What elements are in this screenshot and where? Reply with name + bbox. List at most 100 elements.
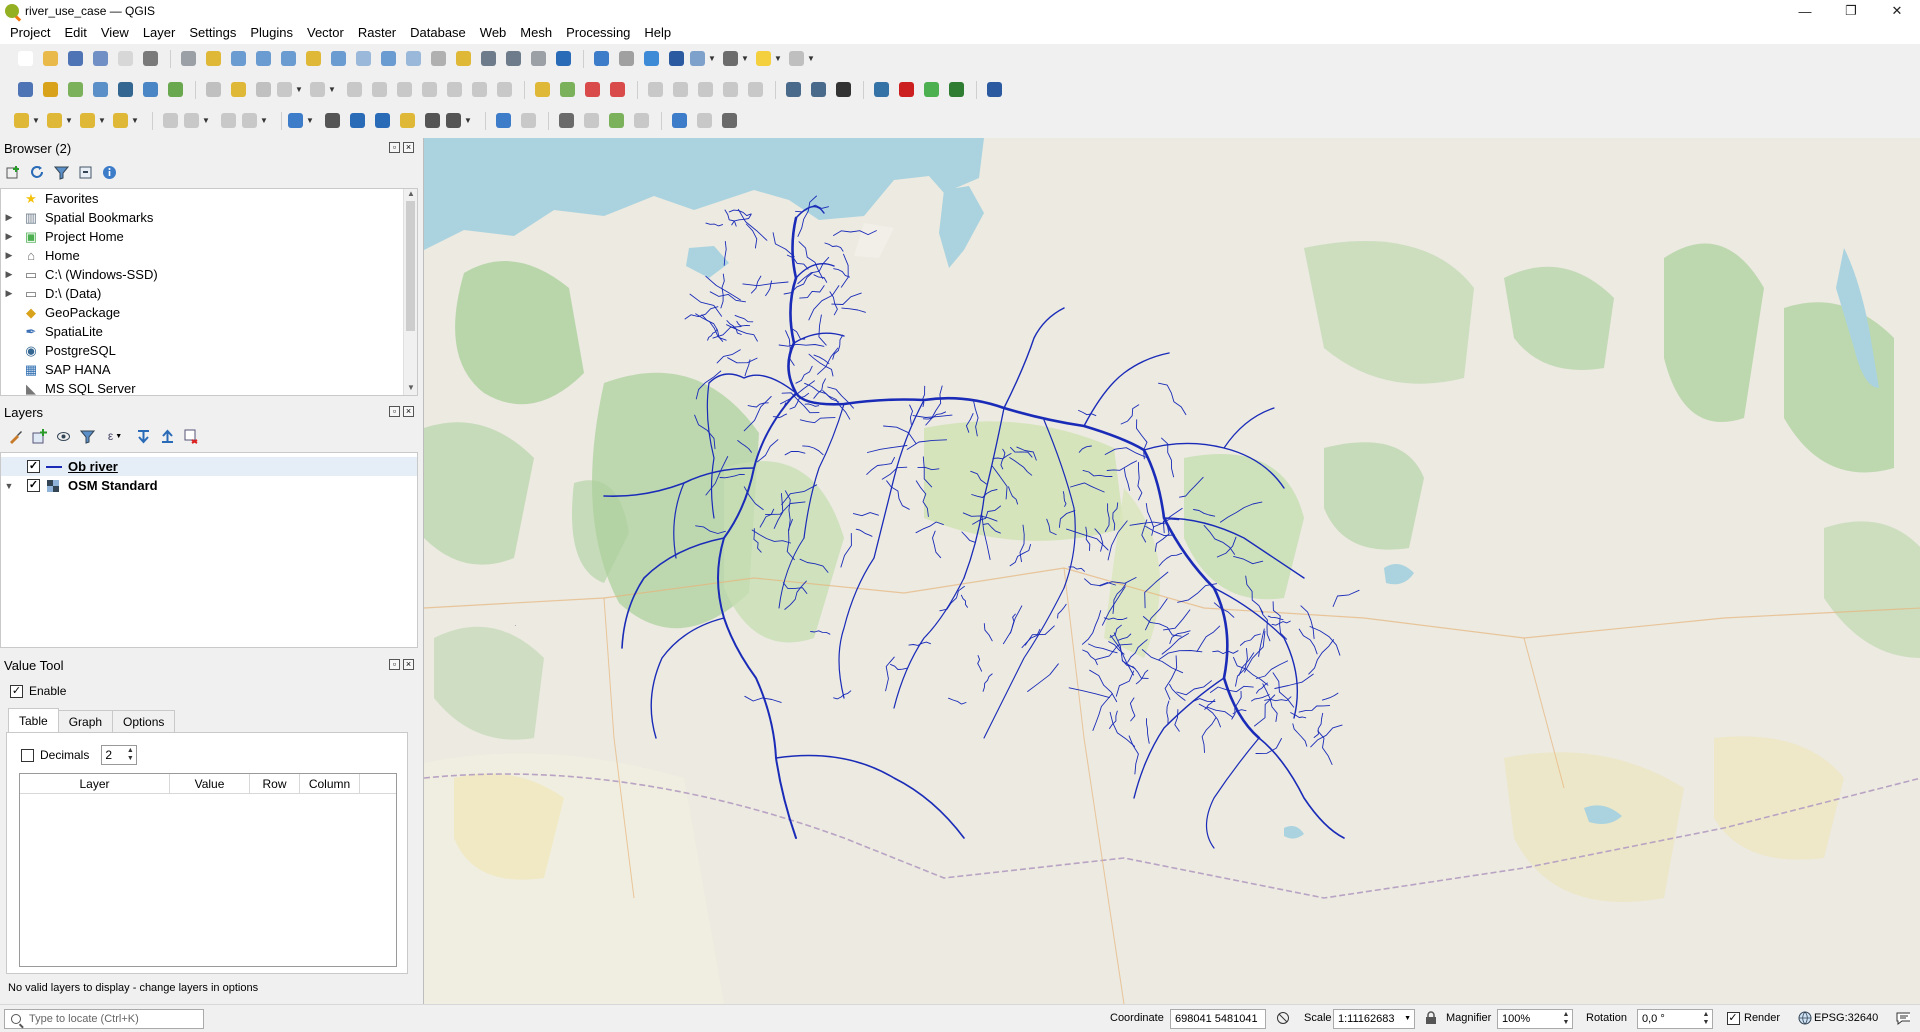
zoom-to-selection-icon[interactable]: [302, 48, 324, 70]
add-selected-layers-icon[interactable]: [4, 163, 22, 181]
minimize-button[interactable]: —: [1782, 0, 1828, 22]
new-map-view-icon[interactable]: [427, 48, 449, 70]
label-tool-icon[interactable]: [531, 79, 553, 101]
messages-icon[interactable]: [1896, 1011, 1910, 1025]
column-header-value[interactable]: Value: [170, 774, 250, 793]
move-label-icon[interactable]: [644, 79, 666, 101]
expand-arrow-icon[interactable]: ▶: [3, 269, 15, 280]
enable-checkbox[interactable]: ✓ Enable: [10, 684, 66, 698]
render-checkbox[interactable]: ✓: [1726, 1011, 1740, 1025]
style-manager-icon[interactable]: [6, 427, 24, 445]
modify-icon[interactable]: [343, 79, 365, 101]
offset-curve-icon[interactable]: [630, 110, 652, 132]
menu-layer[interactable]: Layer: [136, 22, 183, 44]
browser-item[interactable]: ▦ SAP HANA: [1, 360, 417, 379]
add-raster-layer-icon[interactable]: [89, 79, 111, 101]
open-project-icon[interactable]: [39, 48, 61, 70]
select-by-value-icon[interactable]: ▼: [47, 110, 77, 132]
browser-item[interactable]: ▶ ▣ Project Home: [1, 227, 417, 246]
menu-web[interactable]: Web: [473, 22, 514, 44]
diagram-icon[interactable]: [556, 79, 578, 101]
attribute-menu-icon[interactable]: ▼: [242, 110, 272, 132]
pan-icon[interactable]: [177, 48, 199, 70]
vertex-tool-icon[interactable]: ▼: [310, 79, 340, 101]
map-canvas[interactable]: ·: [423, 138, 1920, 1004]
attribute-edit-icon[interactable]: [217, 110, 239, 132]
expand-arrow-icon[interactable]: ▶: [3, 288, 15, 299]
processing-tool-icon[interactable]: [555, 110, 577, 132]
vertex-select-icon[interactable]: [321, 110, 343, 132]
browser-item[interactable]: ▶ ⌂ Home: [1, 246, 417, 265]
save-edits-icon[interactable]: [252, 79, 274, 101]
zoom-next-icon[interactable]: [402, 48, 424, 70]
paste-icon[interactable]: [443, 79, 465, 101]
zoom-out-icon[interactable]: [252, 48, 274, 70]
layer-visibility-checkbox[interactable]: ✓: [27, 479, 40, 492]
edits-icon[interactable]: [202, 79, 224, 101]
close-button[interactable]: ✕: [1874, 0, 1920, 22]
scroll-up-icon[interactable]: ▲: [404, 189, 417, 201]
scale-combobox[interactable]: 1:11162683 ▼: [1333, 1009, 1415, 1029]
magnifier-spinbox[interactable]: 100% ▲ ▼: [1497, 1009, 1573, 1029]
properties-info-icon[interactable]: [100, 163, 118, 181]
menu-processing[interactable]: Processing: [559, 22, 637, 44]
attribute-form-icon[interactable]: ▼: [184, 110, 214, 132]
snapping-toolbar-icon[interactable]: ▼: [288, 110, 318, 132]
info-icon[interactable]: [668, 110, 690, 132]
add-db-layer-icon[interactable]: [114, 79, 136, 101]
remove-layer-icon[interactable]: [182, 427, 200, 445]
split-icon[interactable]: [396, 110, 418, 132]
expand-arrow-icon[interactable]: ▶: [3, 250, 15, 261]
identify-icon[interactable]: [590, 48, 612, 70]
browser-item[interactable]: ★ Favorites: [1, 189, 417, 208]
show-hide-labels-icon[interactable]: [606, 79, 628, 101]
style-manager-icon[interactable]: [139, 48, 161, 70]
close-panel-icon[interactable]: ×: [403, 142, 414, 153]
text-annotation-icon[interactable]: [421, 110, 443, 132]
menu-database[interactable]: Database: [403, 22, 473, 44]
pin-labels-icon[interactable]: [581, 79, 603, 101]
manage-map-themes-icon[interactable]: [54, 427, 72, 445]
decimals-checkbox[interactable]: [21, 748, 34, 762]
browser-item[interactable]: ◉ PostgreSQL: [1, 341, 417, 360]
column-header-layer[interactable]: Layer: [20, 774, 170, 793]
label-props-icon[interactable]: [719, 79, 741, 101]
save-project-icon[interactable]: [64, 48, 86, 70]
add-feature-icon[interactable]: [693, 110, 715, 132]
field-calculator-icon[interactable]: [159, 110, 181, 132]
measure-icon[interactable]: ▼: [723, 48, 753, 70]
expand-all-icon[interactable]: [134, 427, 152, 445]
new-3d-view-icon[interactable]: [452, 48, 474, 70]
tab-table[interactable]: Table: [8, 708, 59, 732]
add-wms-layer-icon[interactable]: [139, 79, 161, 101]
help-icon[interactable]: [983, 79, 1005, 101]
toggle-extents-icon[interactable]: [1276, 1011, 1290, 1025]
rotate-feature-icon[interactable]: [517, 110, 539, 132]
form-annotation-icon[interactable]: ▼: [446, 110, 476, 132]
toolbox-icon[interactable]: [640, 48, 662, 70]
browser-item[interactable]: ◆ GeoPackage: [1, 303, 417, 322]
refresh-icon[interactable]: [552, 48, 574, 70]
add-group-icon[interactable]: [30, 427, 48, 445]
close-panel-icon[interactable]: ×: [403, 659, 414, 670]
scroll-down-icon[interactable]: ▼: [404, 383, 417, 395]
menu-vector[interactable]: Vector: [300, 22, 351, 44]
cut-icon[interactable]: [393, 79, 415, 101]
globe-crs-icon[interactable]: [1798, 1011, 1812, 1025]
grass-icon[interactable]: [832, 79, 854, 101]
column-header-column[interactable]: Column: [300, 774, 360, 793]
locator-search-input[interactable]: Type to locate (Ctrl+K): [4, 1009, 204, 1029]
add-virtual-layer-icon[interactable]: [164, 79, 186, 101]
annotation-icon[interactable]: ▼: [789, 48, 819, 70]
browser-item[interactable]: ▶ ▥ Spatial Bookmarks: [1, 208, 417, 227]
filter-expression-icon[interactable]: ε ▼: [102, 427, 128, 445]
qgis-search-icon[interactable]: [945, 79, 967, 101]
collapse-all-icon[interactable]: [158, 427, 176, 445]
plugin-ruby-icon[interactable]: [895, 79, 917, 101]
scrollbar-thumb[interactable]: [406, 201, 415, 331]
expand-arrow-icon[interactable]: ▶: [3, 231, 15, 242]
rotate-label-icon[interactable]: [669, 79, 691, 101]
expand-arrow-icon[interactable]: ▼: [3, 481, 15, 491]
zoom-to-layer-icon[interactable]: [327, 48, 349, 70]
menu-project[interactable]: Project: [3, 22, 57, 44]
